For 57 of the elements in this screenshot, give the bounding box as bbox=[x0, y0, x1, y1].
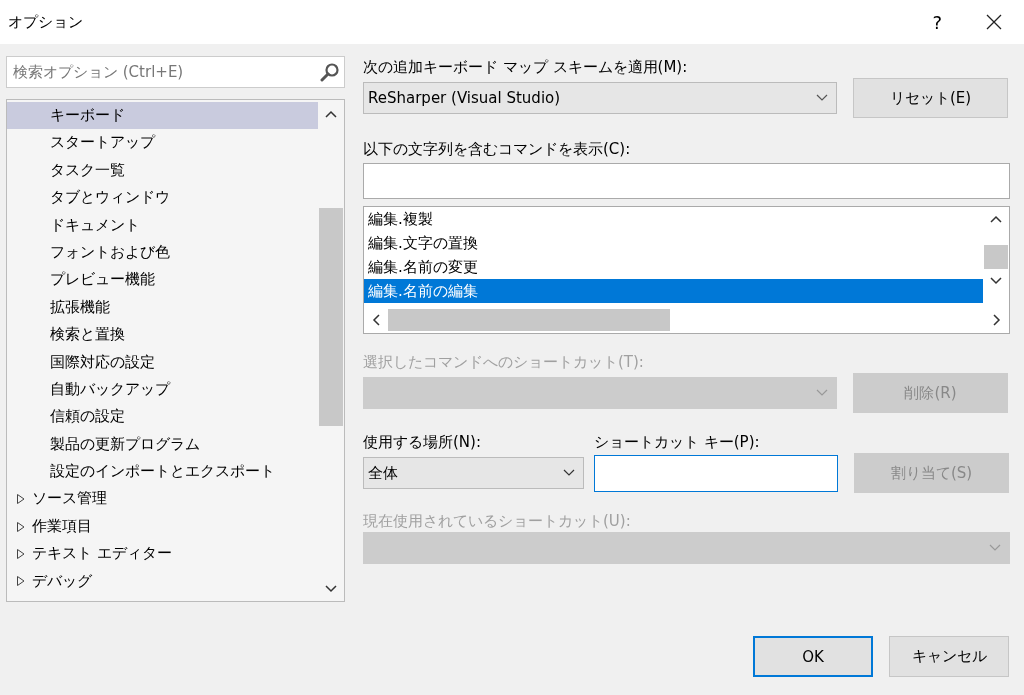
tree-item[interactable]: ドキュメント bbox=[7, 211, 318, 239]
ok-button[interactable]: OK bbox=[753, 636, 873, 677]
tree-item[interactable]: 国際対応の設定 bbox=[7, 348, 318, 376]
scroll-down-icon[interactable] bbox=[990, 277, 1002, 285]
tree-item[interactable]: フォントおよび色 bbox=[7, 238, 318, 267]
command-item[interactable]: 編集.文字の置換 bbox=[364, 231, 983, 255]
tree-item[interactable]: プレビュー機能 bbox=[7, 266, 318, 294]
scroll-thumb[interactable] bbox=[319, 208, 343, 426]
cancel-button[interactable]: キャンセル bbox=[889, 636, 1009, 677]
expand-triangle-icon[interactable] bbox=[16, 547, 26, 560]
tree-item[interactable]: デバッグ bbox=[32, 567, 92, 596]
search-field[interactable]: 検索オプション (Ctrl+E) bbox=[6, 56, 345, 88]
shortcut-key-field[interactable] bbox=[594, 454, 838, 492]
tree-item[interactable]: キーボード bbox=[7, 102, 318, 130]
scope-dropdown[interactable]: 全体 bbox=[363, 457, 584, 489]
reset-button[interactable]: リセット(E) bbox=[853, 78, 1008, 118]
expand-triangle-icon[interactable] bbox=[16, 575, 26, 588]
chevron-down-icon bbox=[816, 94, 828, 102]
chevron-down-icon bbox=[816, 389, 828, 397]
tree-item[interactable]: スタートアップ bbox=[7, 129, 318, 157]
tree-item[interactable]: 設定のインポートとエクスポート bbox=[7, 458, 318, 486]
field-label: 次の追加キーボード マップ スキームを適用(M): bbox=[363, 57, 689, 78]
tree-item[interactable]: 拡張機能 bbox=[7, 293, 318, 322]
scroll-right-icon[interactable] bbox=[993, 314, 1001, 326]
command-item[interactable]: 編集.複製 bbox=[364, 207, 983, 231]
chevron-down-icon bbox=[989, 544, 1001, 552]
tree-item[interactable]: ソース管理 bbox=[32, 485, 107, 513]
command-item[interactable]: 編集.名前の編集 bbox=[364, 279, 983, 303]
tree-item[interactable]: 作業項目 bbox=[32, 512, 92, 541]
command-item[interactable]: 編集.名前の変更 bbox=[364, 255, 983, 279]
search-icon bbox=[320, 62, 340, 82]
scroll-down-icon[interactable] bbox=[325, 585, 337, 593]
chevron-down-icon bbox=[563, 469, 575, 477]
expand-triangle-icon[interactable] bbox=[16, 493, 26, 506]
tree-item[interactable]: タスク一覧 bbox=[7, 156, 318, 185]
tree-item[interactable]: 自動バックアップ bbox=[7, 375, 318, 404]
field-label: 使用する場所(N): bbox=[363, 432, 482, 453]
field-label: 選択したコマンドへのショートカット(T): bbox=[363, 352, 645, 373]
help-button[interactable]: ? bbox=[928, 11, 946, 33]
scroll-thumb[interactable] bbox=[984, 245, 1008, 269]
field-label: 以下の文字列を含むコマンドを表示(C): bbox=[363, 139, 632, 160]
scroll-left-icon[interactable] bbox=[372, 314, 380, 326]
field-label: 現在使用されているショートカット(U): bbox=[363, 511, 632, 532]
scheme-dropdown[interactable]: ReSharper (Visual Studio) bbox=[363, 82, 837, 114]
tree-item[interactable]: 製品の更新プログラム bbox=[7, 430, 318, 459]
filter-field[interactable] bbox=[363, 163, 1010, 199]
scroll-thumb[interactable] bbox=[388, 309, 670, 331]
tree-item[interactable]: 信頼の設定 bbox=[7, 403, 318, 431]
tree-item[interactable]: テキスト エディター bbox=[32, 540, 172, 568]
window-title: オプション bbox=[8, 12, 84, 32]
scroll-up-icon[interactable] bbox=[990, 215, 1002, 223]
expand-triangle-icon[interactable] bbox=[16, 520, 26, 533]
close-icon[interactable] bbox=[986, 14, 1002, 30]
tree-item[interactable]: 検索と置換 bbox=[7, 321, 318, 349]
field-label: ショートカット キー(P): bbox=[594, 432, 760, 453]
scroll-up-icon[interactable] bbox=[325, 110, 337, 118]
tree-item[interactable]: タブとウィンドウ bbox=[7, 184, 318, 212]
